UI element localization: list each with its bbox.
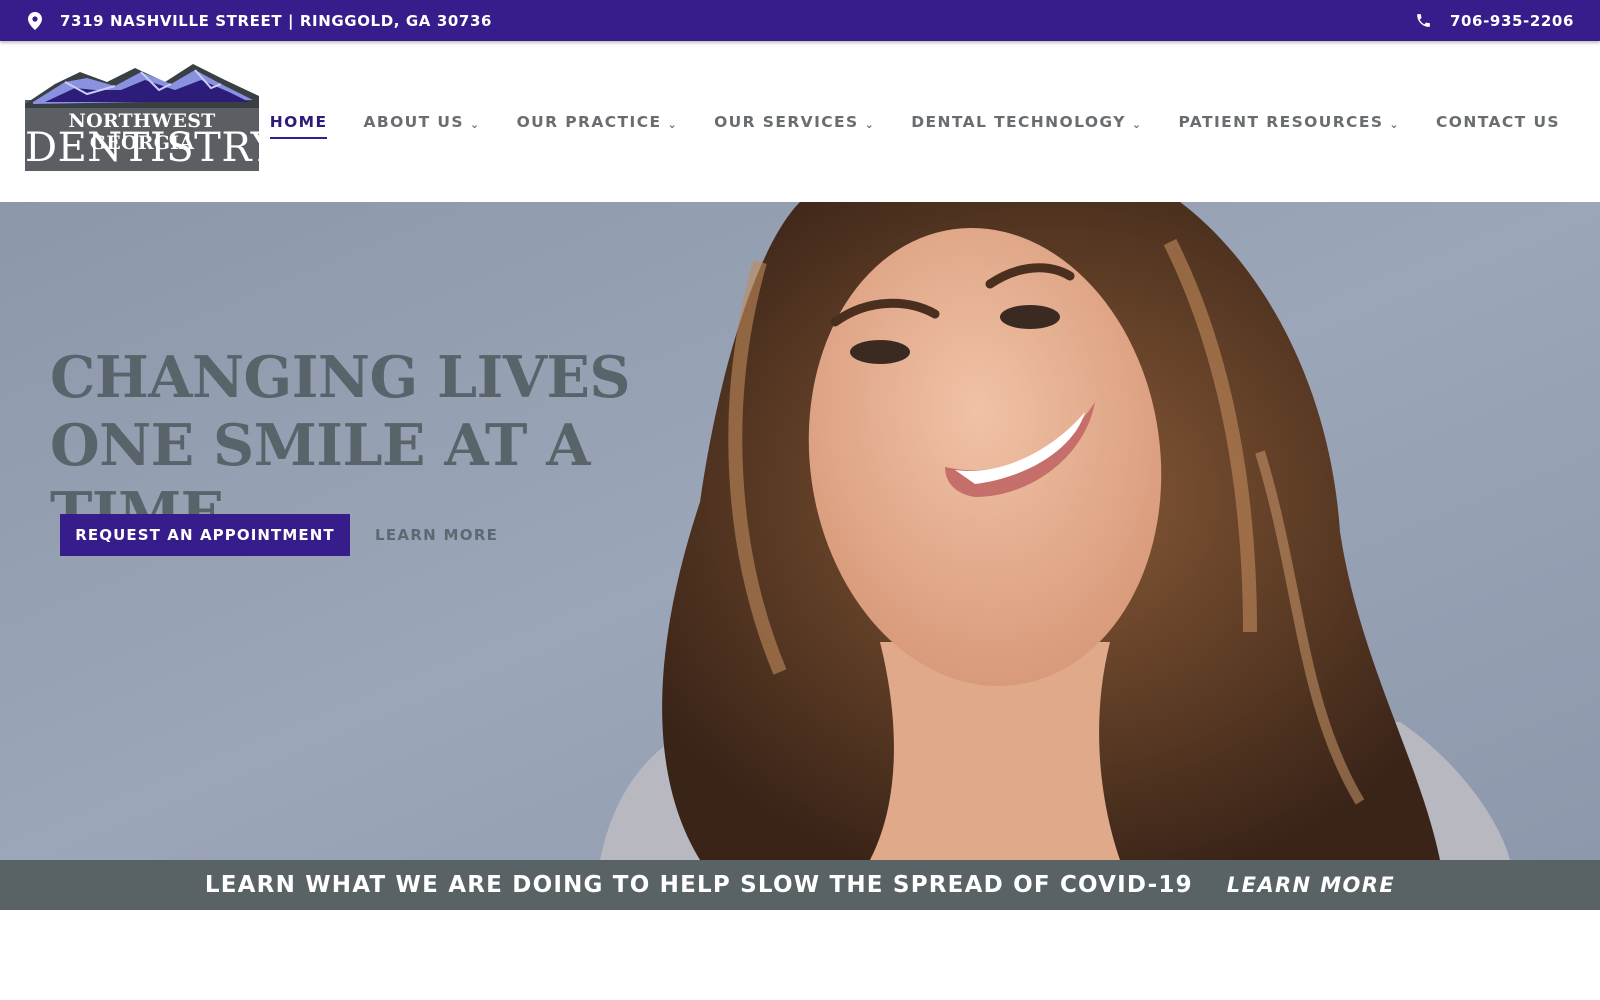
top-contact-bar: 7319 NASHVILLE STREET | RINGGOLD, GA 307… bbox=[0, 0, 1600, 41]
nav-label: OUR PRACTICE bbox=[516, 113, 662, 131]
nav-label: PATIENT RESOURCES bbox=[1178, 113, 1384, 131]
chevron-down-icon: ⌄ bbox=[1131, 117, 1143, 131]
address-text: 7319 NASHVILLE STREET | RINGGOLD, GA 307… bbox=[60, 11, 493, 30]
hero-section: CHANGING LIVES ONE SMILE AT A TIME REQUE… bbox=[0, 202, 1600, 860]
nav-about-us[interactable]: ABOUT US ⌄ bbox=[363, 113, 480, 137]
logo-line2: DENTISTRY bbox=[25, 125, 278, 171]
nav-contact-us[interactable]: CONTACT US bbox=[1436, 113, 1560, 137]
chevron-down-icon: ⌄ bbox=[667, 117, 679, 131]
nav-label: HOME bbox=[269, 113, 328, 131]
chevron-down-icon: ⌄ bbox=[864, 117, 876, 131]
map-pin-icon bbox=[28, 11, 42, 30]
address-item[interactable]: 7319 NASHVILLE STREET | RINGGOLD, GA 307… bbox=[28, 11, 493, 30]
nav-our-services[interactable]: OUR SERVICES ⌄ bbox=[714, 113, 875, 137]
nav-label: ABOUT US bbox=[363, 113, 464, 131]
nav-our-practice[interactable]: OUR PRACTICE ⌄ bbox=[517, 113, 679, 137]
nav-label: OUR SERVICES bbox=[714, 113, 859, 131]
nav-patient-resources[interactable]: PATIENT RESOURCES ⌄ bbox=[1178, 113, 1400, 137]
nav-label: DENTAL TECHNOLOGY bbox=[911, 113, 1126, 131]
phone-item[interactable]: 706-935-2206 bbox=[1415, 12, 1574, 30]
covid-learn-more-link[interactable]: LEARN MORE bbox=[1227, 873, 1395, 897]
chevron-down-icon: ⌄ bbox=[1389, 117, 1401, 131]
nav-home[interactable]: HOME bbox=[269, 113, 328, 139]
main-nav: HOME ABOUT US ⌄ OUR PRACTICE ⌄ OUR SERVI… bbox=[269, 113, 1560, 139]
chevron-down-icon: ⌄ bbox=[469, 117, 481, 131]
learn-more-link[interactable]: LEARN MORE bbox=[375, 514, 498, 556]
nav-dental-technology[interactable]: DENTAL TECHNOLOGY ⌄ bbox=[911, 113, 1142, 137]
nav-label: CONTACT US bbox=[1436, 113, 1560, 131]
phone-icon bbox=[1415, 12, 1432, 29]
site-header: NORTHWEST GEORGIA DENTISTRY HOME ABOUT U… bbox=[0, 41, 1600, 202]
covid-message: LEARN WHAT WE ARE DOING TO HELP SLOW THE… bbox=[204, 872, 1193, 898]
site-logo[interactable]: NORTHWEST GEORGIA DENTISTRY bbox=[25, 60, 278, 171]
phone-text: 706-935-2206 bbox=[1449, 11, 1574, 30]
covid-banner: LEARN WHAT WE ARE DOING TO HELP SLOW THE… bbox=[0, 860, 1600, 910]
request-appointment-button[interactable]: REQUEST AN APPOINTMENT bbox=[60, 514, 350, 556]
